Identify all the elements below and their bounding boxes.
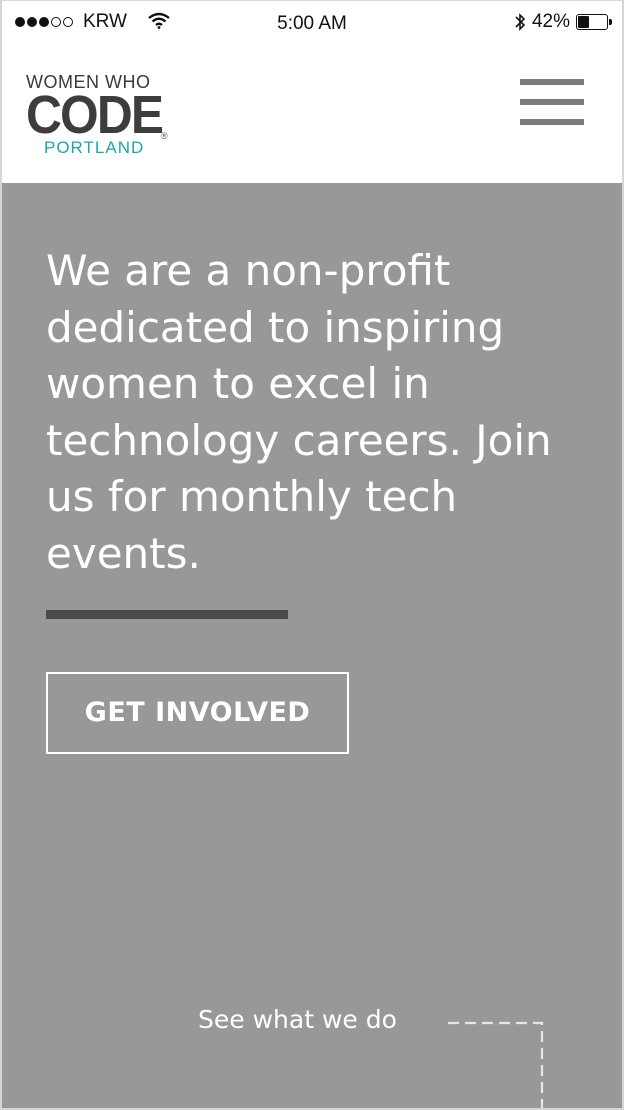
logo-line-code: CODE <box>26 85 164 145</box>
see-what-we-do-link[interactable]: See what we do <box>198 1005 397 1034</box>
status-bar-right: 42% <box>514 11 612 33</box>
hero-headline: We are a non-profit dedicated to inspiri… <box>46 246 552 578</box>
status-bar: KRW 5:00 AM 42% <box>2 1 622 45</box>
dashed-arrow-line-icon <box>448 1021 544 1108</box>
hero-section: We are a non-profit dedicated to inspiri… <box>2 183 622 1108</box>
site-header: WOMEN WHO CODE ® PORTLAND <box>2 45 622 183</box>
bluetooth-icon <box>515 13 526 31</box>
battery-level <box>578 16 589 28</box>
get-involved-button[interactable]: GET INVOLVED <box>46 672 349 754</box>
phone-screen: KRW 5:00 AM 42% WOMEN WHO CODE ® PORTLAN… <box>0 0 624 1110</box>
battery-icon <box>576 14 612 30</box>
registered-mark: ® <box>161 131 168 141</box>
menu-bar-top <box>520 79 584 85</box>
hero-divider <box>46 610 288 619</box>
women-who-code-portland-logo[interactable]: WOMEN WHO CODE ® PORTLAND <box>26 73 176 157</box>
hamburger-menu-icon[interactable] <box>520 79 584 125</box>
menu-bar-middle <box>520 99 584 105</box>
battery-percent: 42% <box>531 11 570 32</box>
menu-bar-bottom <box>520 119 584 125</box>
